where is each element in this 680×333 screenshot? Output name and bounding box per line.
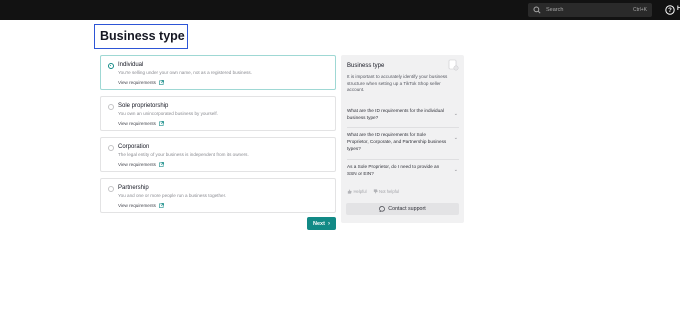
divider — [347, 159, 459, 160]
not-helpful-label: Not helpful — [379, 189, 400, 194]
view-requirements-link[interactable]: View requirements — [118, 203, 164, 208]
search-icon — [533, 6, 541, 14]
faq-question: As a Sole Proprietor, do I need to provi… — [347, 164, 440, 176]
radio-button[interactable] — [108, 104, 114, 110]
option-title: Individual — [118, 62, 144, 68]
chevron-down-icon: ⌄ — [453, 167, 458, 173]
external-link-icon — [159, 203, 164, 208]
thumbs-up-icon — [347, 189, 352, 194]
divider — [347, 127, 459, 128]
option-title: Corporation — [118, 144, 150, 150]
not-helpful-button[interactable]: Not helpful — [373, 189, 400, 194]
option-sole-proprietorship[interactable]: Sole proprietorship You own an unincorpo… — [100, 96, 336, 131]
contact-support-button[interactable]: Contact support — [346, 203, 459, 215]
option-description: The legal entity of your business is ind… — [118, 152, 249, 157]
helpful-button[interactable]: Helpful — [347, 189, 367, 194]
help-panel-title: Business type — [347, 63, 385, 69]
faq-question: What are the ID requirements for the ind… — [347, 108, 444, 120]
document-illustration-icon — [448, 59, 459, 71]
chevron-right-icon: › — [327, 220, 330, 227]
faq-item[interactable]: What are the ID requirements for Sole Pr… — [347, 132, 459, 152]
next-button[interactable]: Next › — [307, 217, 336, 230]
view-requirements-label: View requirements — [118, 203, 156, 208]
view-requirements-link[interactable]: View requirements — [118, 121, 164, 126]
radio-button[interactable] — [108, 63, 114, 69]
help-panel-description: It is important to accurately identify y… — [347, 74, 448, 93]
option-individual[interactable]: Individual You're selling under your own… — [100, 55, 336, 90]
external-link-icon — [159, 121, 164, 126]
top-bar: Search Ctrl+K ? H — [0, 0, 680, 20]
radio-button[interactable] — [108, 145, 114, 151]
option-corporation[interactable]: Corporation The legal entity of your bus… — [100, 137, 336, 172]
svg-text:?: ? — [668, 8, 672, 14]
option-title: Sole proprietorship — [118, 103, 169, 109]
external-link-icon — [159, 162, 164, 167]
helpful-label: Helpful — [353, 189, 367, 194]
chat-icon — [379, 206, 386, 212]
help-icon[interactable]: ? — [665, 5, 675, 15]
next-button-label: Next — [313, 220, 325, 227]
help-panel: Business type It is important to accurat… — [341, 55, 464, 223]
search-shortcut: Ctrl+K — [632, 7, 647, 13]
view-requirements-label: View requirements — [118, 162, 156, 167]
thumbs-down-icon — [373, 189, 378, 194]
option-title: Partnership — [118, 185, 149, 191]
faq-question: What are the ID requirements for Sole Pr… — [347, 132, 447, 151]
option-description: You're selling under your own name, not … — [118, 70, 253, 75]
view-requirements-label: View requirements — [118, 80, 156, 85]
view-requirements-link[interactable]: View requirements — [118, 162, 164, 167]
radio-button[interactable] — [108, 186, 114, 192]
view-requirements-link[interactable]: View requirements — [118, 80, 164, 85]
option-partnership[interactable]: Partnership You and one or more people r… — [100, 178, 336, 213]
chevron-down-icon: ⌄ — [453, 135, 458, 141]
search-placeholder: Search — [546, 7, 564, 13]
faq-item[interactable]: What are the ID requirements for the ind… — [347, 108, 459, 122]
contact-support-label: Contact support — [388, 206, 426, 212]
faq-item[interactable]: As a Sole Proprietor, do I need to provi… — [347, 164, 459, 178]
chevron-down-icon: ⌄ — [453, 111, 458, 117]
search-box[interactable]: Search Ctrl+K — [528, 3, 652, 17]
external-link-icon — [159, 80, 164, 85]
option-description: You own an unincorporated business by yo… — [118, 111, 218, 116]
feedback-row: Helpful Not helpful — [347, 189, 399, 194]
page-title: Business type — [100, 29, 185, 43]
option-description: You and one or more people run a busines… — [118, 193, 227, 198]
view-requirements-label: View requirements — [118, 121, 156, 126]
